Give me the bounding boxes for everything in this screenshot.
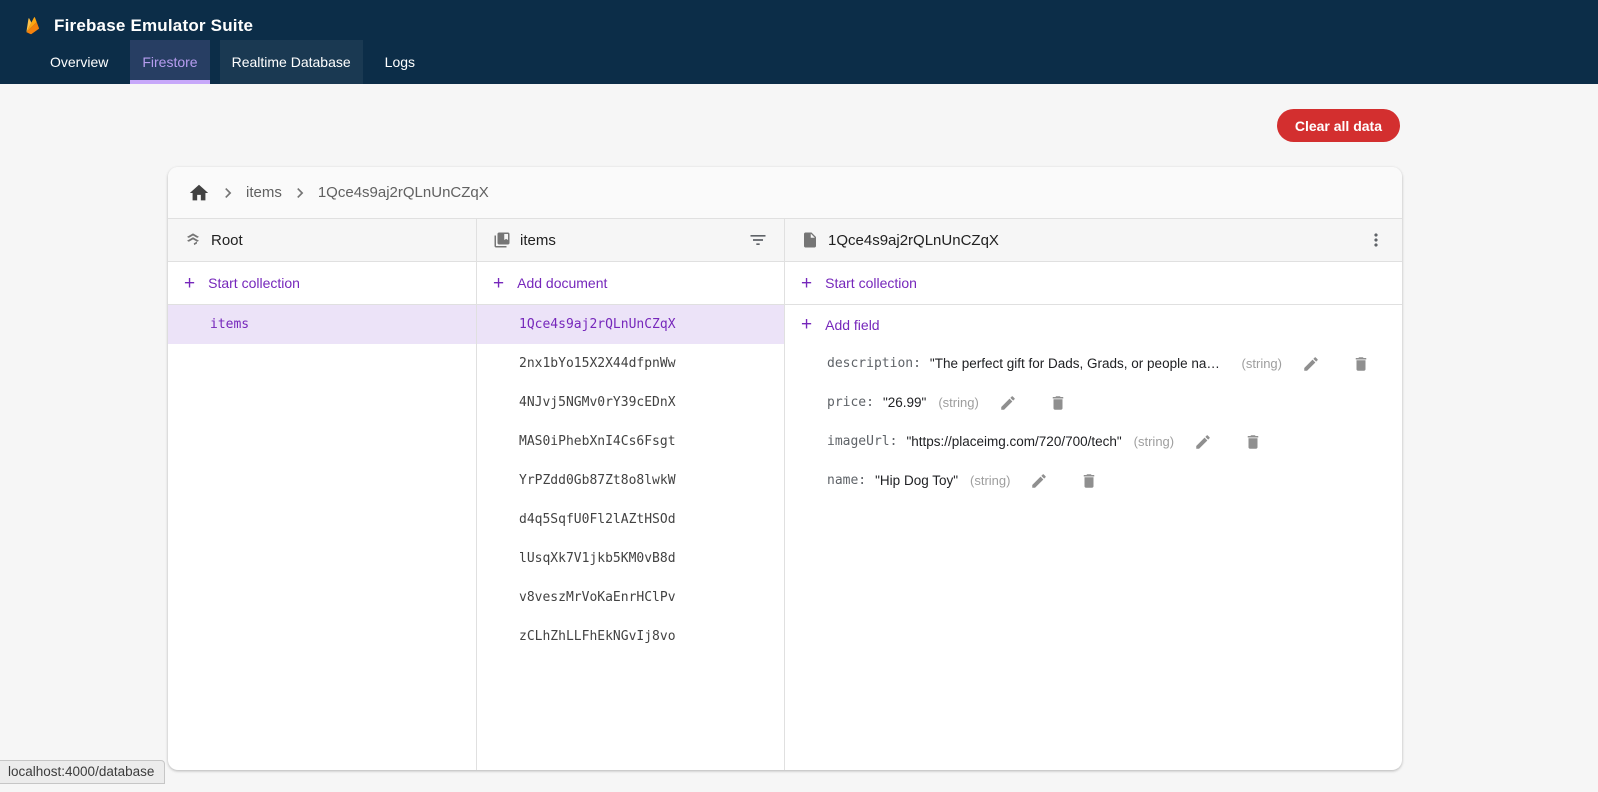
- document-list-item[interactable]: 4NJvj5NGMv0rY39cEDnX: [477, 383, 784, 422]
- root-panel-header: Root: [168, 219, 476, 262]
- tab-label: Overview: [50, 54, 108, 70]
- trash-icon: [1049, 394, 1067, 412]
- breadcrumb-home-button[interactable]: [188, 182, 210, 204]
- active-tab-underline: [130, 80, 209, 84]
- field-name: name:: [827, 473, 866, 488]
- doc-start-collection-label: Start collection: [825, 275, 917, 291]
- breadcrumb-segment[interactable]: 1Qce4s9aj2rQLnUnCZqX: [318, 184, 489, 201]
- document-list: 1Qce4s9aj2rQLnUnCZqX2nx1bYo15X2X44dfpnWw…: [477, 305, 784, 656]
- home-icon: [188, 182, 210, 204]
- document-menu-button[interactable]: [1364, 228, 1388, 252]
- delete-field-button[interactable]: [1350, 353, 1372, 375]
- tab-label: Firestore: [142, 54, 197, 70]
- breadcrumb: items 1Qce4s9aj2rQLnUnCZqX: [168, 167, 1402, 219]
- chevron-right-icon: [218, 183, 238, 203]
- kebab-menu-icon: [1366, 230, 1386, 250]
- filter-documents-button[interactable]: [746, 228, 770, 252]
- field-value: "https://placeimg.com/720/700/tech": [906, 434, 1121, 449]
- edit-icon: [1030, 472, 1048, 490]
- field-row: imageUrl: "https://placeimg.com/720/700/t…: [785, 422, 1402, 461]
- add-icon: +: [801, 274, 812, 293]
- document-list-item[interactable]: d4q5SqfU0Fl2lAZtHSOd: [477, 500, 784, 539]
- collection-list-item[interactable]: items: [168, 305, 476, 344]
- field-type-label: (string): [938, 395, 978, 410]
- tab-label: Logs: [385, 54, 415, 70]
- document-list-item[interactable]: 2nx1bYo15X2X44dfpnWw: [477, 344, 784, 383]
- chevron-right-icon: [290, 183, 310, 203]
- document-list-item[interactable]: v8veszMrVoKaEnrHClPv: [477, 578, 784, 617]
- document-list-item[interactable]: lUsqXk7V1jkb5KM0vB8d: [477, 539, 784, 578]
- firestore-icon: [184, 231, 202, 249]
- document-panel-title: 1Qce4s9aj2rQLnUnCZqX: [828, 232, 999, 249]
- tab-overview[interactable]: Overview: [38, 40, 120, 84]
- delete-field-button[interactable]: [1078, 470, 1100, 492]
- document-list-item[interactable]: 1Qce4s9aj2rQLnUnCZqX: [477, 305, 784, 344]
- delete-field-button[interactable]: [1242, 431, 1264, 453]
- firebase-logo-icon: [22, 15, 43, 36]
- edit-field-button[interactable]: [1300, 353, 1322, 375]
- tab-firestore[interactable]: Firestore: [130, 40, 209, 84]
- clear-all-data-button[interactable]: Clear all data: [1277, 109, 1400, 142]
- field-type-label: (string): [970, 473, 1010, 488]
- tab-logs[interactable]: Logs: [373, 40, 427, 84]
- trash-icon: [1080, 472, 1098, 490]
- field-type-label: (string): [1242, 356, 1282, 371]
- edit-icon: [999, 394, 1017, 412]
- tab-label: Realtime Database: [232, 54, 351, 70]
- field-name: description:: [827, 356, 921, 371]
- document-panel: 1Qce4s9aj2rQLnUnCZqX + Start collection …: [785, 219, 1402, 770]
- collection-list: items: [168, 305, 476, 344]
- add-field-label: Add field: [825, 317, 879, 333]
- add-icon: +: [184, 274, 195, 293]
- breadcrumb-segment[interactable]: items: [246, 184, 282, 201]
- edit-field-button[interactable]: [1028, 470, 1050, 492]
- start-collection-label: Start collection: [208, 275, 300, 291]
- doc-start-collection-button[interactable]: + Start collection: [785, 262, 1402, 305]
- root-panel-title: Root: [211, 232, 243, 249]
- firestore-browser-card: items1Qce4s9aj2rQLnUnCZqX Root + Start c…: [168, 167, 1402, 770]
- app-header: Firebase Emulator Suite Overview Firestor…: [0, 0, 1598, 84]
- document-list-item[interactable]: YrPZdd0Gb87Zt8o8lwkW: [477, 461, 784, 500]
- field-name: imageUrl:: [827, 434, 897, 449]
- app-title: Firebase Emulator Suite: [54, 16, 253, 36]
- field-row: price: "26.99" (string): [785, 383, 1402, 422]
- field-value: "26.99": [883, 395, 926, 410]
- delete-field-button[interactable]: [1047, 392, 1069, 414]
- document-panel-header: 1Qce4s9aj2rQLnUnCZqX: [785, 219, 1402, 262]
- collection-panel-title: items: [520, 232, 556, 249]
- status-url-tooltip: localhost:4000/database: [0, 760, 165, 784]
- field-row: description: "The perfect gift for Dads, …: [785, 344, 1402, 383]
- tab-realtime-database[interactable]: Realtime Database: [220, 40, 363, 84]
- add-icon: +: [493, 274, 504, 293]
- trash-icon: [1244, 433, 1262, 451]
- document-list-item[interactable]: zCLhZhLLFhEkNGvIj8vo: [477, 617, 784, 656]
- field-row: name: "Hip Dog Toy" (string): [785, 461, 1402, 500]
- field-value: "Hip Dog Toy": [875, 473, 958, 488]
- field-name: price:: [827, 395, 874, 410]
- field-type-label: (string): [1134, 434, 1174, 449]
- field-list: description: "The perfect gift for Dads, …: [785, 344, 1402, 500]
- collection-panel: items + Add document 1Qce4s9aj2rQLnUnCZq…: [477, 219, 785, 770]
- nav-tabs: Overview Firestore Realtime Database Logs: [0, 40, 1598, 84]
- edit-icon: [1302, 355, 1320, 373]
- add-document-label: Add document: [517, 275, 607, 291]
- start-collection-button[interactable]: + Start collection: [168, 262, 476, 305]
- collection-icon: [493, 231, 511, 249]
- collection-panel-header: items: [477, 219, 784, 262]
- document-icon: [801, 231, 819, 249]
- edit-field-button[interactable]: [997, 392, 1019, 414]
- document-list-item[interactable]: MAS0iPhebXnI4Cs6Fsgt: [477, 422, 784, 461]
- add-field-button[interactable]: + Add field: [785, 305, 1402, 344]
- root-panel: Root + Start collection items: [168, 219, 477, 770]
- trash-icon: [1352, 355, 1370, 373]
- add-document-button[interactable]: + Add document: [477, 262, 784, 305]
- edit-icon: [1194, 433, 1212, 451]
- filter-icon: [748, 230, 768, 250]
- add-icon: +: [801, 315, 812, 334]
- edit-field-button[interactable]: [1192, 431, 1214, 453]
- field-value: "The perfect gift for Dads, Grads, or pe…: [930, 356, 1230, 371]
